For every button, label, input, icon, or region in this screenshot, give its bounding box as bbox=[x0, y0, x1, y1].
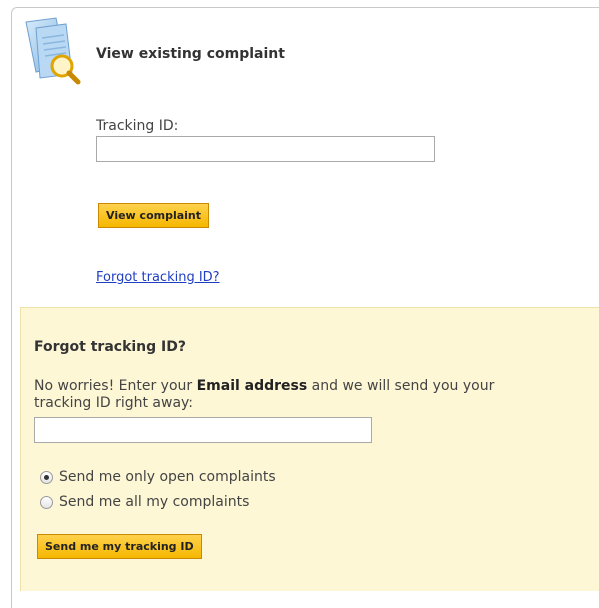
tracking-id-input[interactable] bbox=[96, 136, 435, 162]
radio-button-all[interactable] bbox=[40, 495, 53, 509]
radio-all-label: Send me all my complaints bbox=[59, 494, 250, 510]
radio-open-label: Send me only open complaints bbox=[59, 469, 276, 485]
tracking-id-label: Tracking ID: bbox=[96, 118, 179, 134]
forgot-description: No worries! Enter your Email address and… bbox=[34, 378, 554, 412]
desc-email-bold: Email address bbox=[196, 378, 308, 394]
radio-button-open[interactable] bbox=[40, 470, 53, 484]
send-tracking-id-button[interactable]: Send me my tracking ID bbox=[37, 534, 202, 559]
view-complaint-button[interactable]: View complaint bbox=[98, 203, 210, 228]
radio-all-complaints[interactable]: Send me all my complaints bbox=[40, 494, 249, 510]
forgot-title: Forgot tracking ID? bbox=[34, 339, 186, 355]
document-search-icon bbox=[25, 17, 81, 85]
desc-text-1: No worries! Enter your bbox=[34, 378, 197, 394]
forgot-tracking-id-link[interactable]: Forgot tracking ID? bbox=[96, 270, 220, 285]
email-input[interactable] bbox=[34, 417, 372, 443]
page-title: View existing complaint bbox=[96, 46, 285, 62]
radio-open-complaints[interactable]: Send me only open complaints bbox=[40, 469, 276, 485]
